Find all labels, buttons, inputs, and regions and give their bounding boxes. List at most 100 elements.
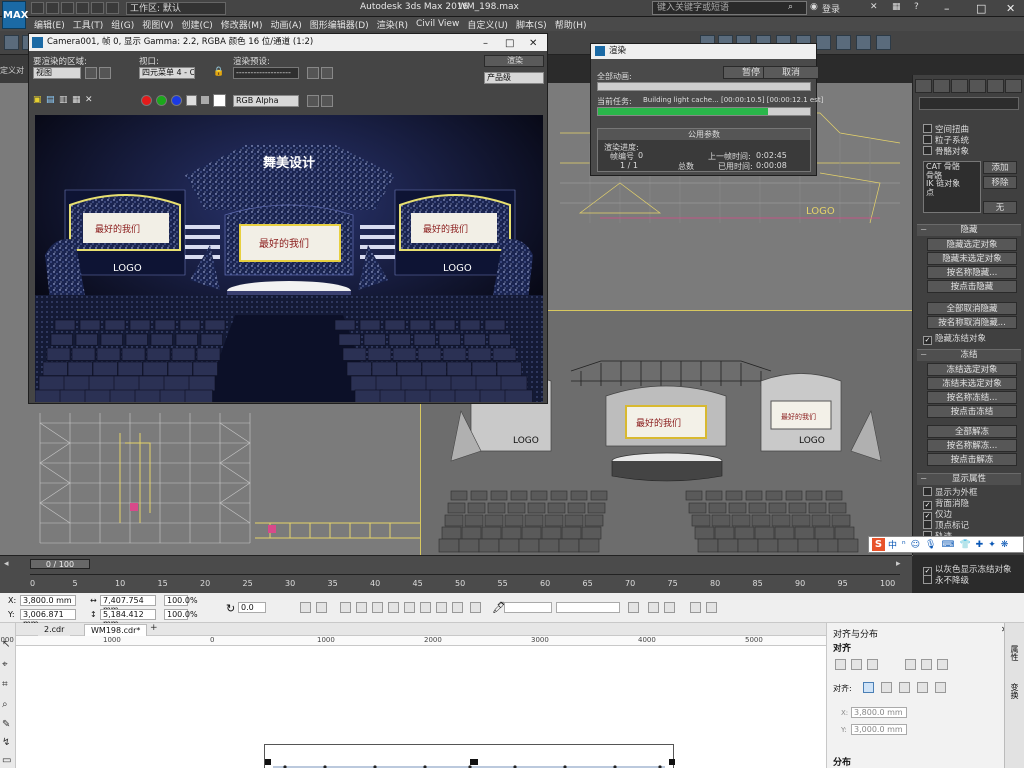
area-to-render-dropdown[interactable]: 视图 — [33, 67, 81, 79]
menu-item[interactable]: 编辑(E) — [34, 18, 65, 31]
rendered-frame-icon[interactable] — [856, 35, 871, 50]
ime-item[interactable]: ⁿ — [902, 540, 906, 550]
copy-image-icon[interactable]: ▤ — [46, 95, 55, 105]
freeze-unselected-button[interactable]: 冻结未选定对象 — [927, 377, 1017, 390]
to-back-icon[interactable] — [664, 602, 675, 613]
menu-item[interactable]: 组(G) — [111, 18, 134, 31]
close-icon[interactable]: ✕ — [1006, 2, 1015, 15]
rectangle-tool-icon[interactable]: ▭ — [2, 755, 11, 766]
menu-item[interactable]: 视图(V) — [142, 18, 173, 31]
login-button[interactable]: 登录 — [822, 2, 840, 15]
maximize-icon[interactable]: □ — [976, 2, 986, 15]
command-panel-tabs[interactable] — [915, 79, 1023, 93]
render-setup-icon[interactable] — [836, 35, 851, 50]
timeline-prev-icon[interactable]: ◂ — [4, 559, 9, 569]
add-button[interactable]: 添加 — [983, 161, 1017, 174]
production-dropdown[interactable]: 产品级 — [484, 72, 544, 84]
zoom-tool-icon[interactable]: ⌕ — [2, 699, 8, 710]
align-bottom-icon[interactable] — [937, 659, 948, 670]
unhide-by-name-button[interactable]: 按名称取消隐藏... — [927, 316, 1017, 329]
material-editor-icon[interactable] — [816, 35, 831, 50]
menu-item[interactable]: 创建(C) — [181, 18, 212, 31]
checkbox-never-degrade[interactable]: 永不降级 — [923, 574, 969, 586]
page-edge-icon[interactable] — [881, 682, 892, 693]
to-front-icon[interactable] — [648, 602, 659, 613]
mono-icon[interactable] — [201, 96, 209, 104]
environment-icon[interactable] — [321, 67, 333, 79]
green-channel-icon[interactable] — [156, 95, 167, 106]
ime-item[interactable]: 🎙 — [925, 540, 936, 550]
align-center-h-icon[interactable] — [851, 659, 862, 670]
project-folder-icon[interactable] — [106, 2, 119, 14]
menu-item[interactable]: 渲染(R) — [377, 18, 408, 31]
align-distribute-icon[interactable] — [706, 602, 717, 613]
checkbox-bone-objects[interactable]: 骨骼对象 — [923, 145, 969, 157]
ime-item[interactable]: ✚ — [976, 540, 984, 550]
swatch-icon[interactable] — [213, 94, 226, 107]
outline-width-dropdown[interactable] — [504, 602, 552, 613]
group-icon[interactable] — [340, 602, 351, 613]
sogou-icon[interactable]: S — [872, 538, 885, 551]
x-position-field[interactable]: 3,800.0 mm — [20, 595, 76, 606]
menu-item[interactable]: 工具(T) — [73, 18, 104, 31]
print-icon[interactable]: ▦ — [72, 95, 81, 105]
menu-item[interactable]: 修改器(M) — [221, 18, 263, 31]
modify-tab-icon[interactable] — [933, 79, 950, 93]
front-minus-back-icon[interactable] — [436, 602, 447, 613]
help-icon[interactable]: ? — [914, 2, 919, 12]
properties-side-tab[interactable]: 属性 — [1009, 645, 1020, 661]
active-objects-icon[interactable] — [863, 682, 874, 693]
wrap-text-icon[interactable] — [628, 602, 639, 613]
render-preset-dropdown[interactable]: ------------------- — [233, 67, 299, 79]
hide-unselected-button[interactable]: 隐藏未选定对象 — [927, 252, 1017, 265]
motion-tab-icon[interactable] — [969, 79, 986, 93]
dock-x-field[interactable]: 3,800.0 mm — [851, 707, 907, 718]
undo-icon[interactable] — [76, 2, 89, 14]
hide-by-name-button[interactable]: 按名称隐藏... — [927, 266, 1017, 279]
exchange-icon[interactable]: ✕ — [870, 2, 878, 12]
mirror-v-icon[interactable] — [316, 602, 327, 613]
remove-button[interactable]: 移除 — [983, 176, 1017, 189]
ungroup-icon[interactable] — [356, 602, 367, 613]
maximize-icon[interactable]: □ — [505, 35, 514, 52]
intersect-icon[interactable] — [404, 602, 415, 613]
alpha-channel-icon[interactable] — [186, 95, 197, 106]
hide-by-hit-button[interactable]: 按点击隐藏 — [927, 280, 1017, 293]
menu-item[interactable]: 自定义(U) — [467, 18, 508, 31]
crop-tool-icon[interactable]: ⌗ — [2, 679, 8, 690]
back-minus-front-icon[interactable] — [452, 602, 463, 613]
rotate-icon[interactable]: ↻ — [226, 602, 235, 615]
new-file-icon[interactable] — [31, 2, 44, 14]
render-button[interactable]: 渲染 — [484, 55, 544, 67]
boundary-icon[interactable] — [470, 602, 481, 613]
minimize-icon[interactable]: – — [944, 2, 950, 15]
scale-x-field[interactable]: 100.0 — [164, 595, 190, 606]
none-button[interactable]: 无 — [983, 201, 1017, 214]
trim-icon[interactable] — [388, 602, 399, 613]
channel-dropdown[interactable]: RGB Alpha — [233, 95, 299, 107]
align-right-icon[interactable] — [867, 659, 878, 670]
red-channel-icon[interactable] — [141, 95, 152, 106]
shape-tool-icon[interactable]: ⌖ — [2, 659, 8, 670]
cancel-button[interactable]: 取消 — [763, 66, 819, 79]
redo-icon[interactable] — [91, 2, 104, 14]
toggle-overlay-icon[interactable] — [321, 95, 333, 107]
ime-item[interactable]: 👕 — [959, 540, 970, 550]
menu-item[interactable]: 动画(A) — [271, 18, 302, 31]
viewport-dropdown[interactable]: 四元菜单 4 - Can — [139, 67, 195, 79]
track-bar[interactable]: 0 5 10 15 20 25 30 35 40 45 50 55 60 65 70 75 80 85 90 95 10… — [30, 574, 900, 590]
max-logo-icon[interactable]: MAX — [2, 1, 28, 29]
menu-item[interactable]: 脚本(S) — [516, 18, 547, 31]
utilities-tab-icon[interactable] — [1005, 79, 1022, 93]
display-properties-header[interactable]: − 显示属性 — [917, 473, 1021, 485]
auto-region-icon[interactable] — [99, 67, 111, 79]
tab-wm198[interactable]: WM198.cdr* — [84, 624, 148, 636]
clone-window-icon[interactable]: ▥ — [59, 95, 68, 105]
command-panel-name-field[interactable] — [919, 97, 1019, 110]
clear-icon[interactable]: ✕ — [85, 95, 93, 105]
scale-y-field[interactable]: 100.0 — [164, 609, 190, 620]
weld-icon[interactable] — [372, 602, 383, 613]
save-image-icon[interactable]: ▣ — [33, 95, 42, 105]
unfreeze-all-button[interactable]: 全部解冻 — [927, 425, 1017, 438]
render-setup-icon[interactable] — [307, 67, 319, 79]
